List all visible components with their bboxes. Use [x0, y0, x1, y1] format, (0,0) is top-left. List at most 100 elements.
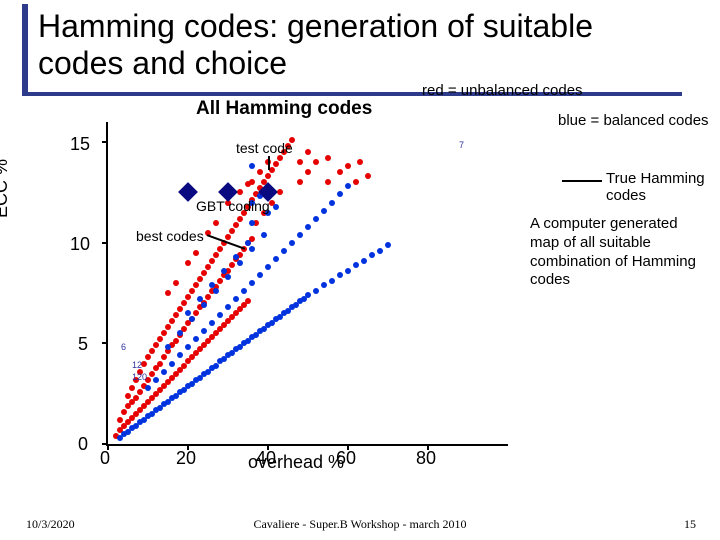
data-point-balanced	[213, 288, 219, 294]
data-point-unbalanced	[137, 389, 143, 395]
data-point-balanced	[273, 204, 279, 210]
data-point-balanced	[313, 288, 319, 294]
data-point-unbalanced	[225, 234, 231, 240]
arrow-test-code	[268, 156, 270, 170]
anno-best-codes: best codes	[136, 228, 204, 244]
data-point-balanced	[385, 242, 391, 248]
data-point-balanced	[241, 288, 247, 294]
xtick-80: 80	[416, 448, 436, 469]
legend-line-icon	[562, 180, 602, 182]
data-point-unbalanced	[193, 250, 199, 256]
legend-true-hamming: True Hamming codes	[562, 170, 705, 204]
data-point-balanced	[209, 282, 215, 288]
data-point-unbalanced	[277, 189, 283, 195]
legend-true-hamming-text: True Hamming codes	[606, 170, 705, 204]
ytick-0: 0	[78, 434, 88, 455]
chart-title: All Hamming codes	[196, 98, 372, 120]
data-point-balanced	[189, 316, 195, 322]
data-point-unbalanced	[273, 161, 279, 167]
data-point-balanced	[337, 272, 343, 278]
data-point-balanced	[273, 256, 279, 262]
data-point-unbalanced	[313, 159, 319, 165]
data-point-balanced	[305, 292, 311, 298]
data-point-balanced	[161, 369, 167, 375]
data-point-unbalanced	[129, 385, 135, 391]
data-point-balanced	[201, 328, 207, 334]
small-num-7: 7	[459, 140, 464, 150]
data-point-balanced	[233, 296, 239, 302]
data-point-unbalanced	[297, 159, 303, 165]
xtick-40: 40	[256, 448, 276, 469]
data-point-unbalanced	[121, 409, 127, 415]
small-num-120: 120	[132, 372, 147, 382]
data-point-balanced	[249, 220, 255, 226]
chart: All Hamming codes ECC % overhead % 0 5 1…	[36, 98, 526, 478]
data-point-balanced	[225, 304, 231, 310]
data-point-balanced	[177, 330, 183, 336]
data-point-balanced	[201, 302, 207, 308]
anno-gbt-coding: GBT coding	[196, 198, 270, 214]
data-point-balanced	[261, 232, 267, 238]
data-point-balanced	[249, 163, 255, 169]
data-point-unbalanced	[201, 270, 207, 276]
data-point-balanced	[337, 191, 343, 197]
data-point-unbalanced	[325, 155, 331, 161]
data-point-unbalanced	[229, 262, 235, 268]
data-point-unbalanced	[153, 342, 159, 348]
data-point-balanced	[225, 274, 231, 280]
data-point-balanced	[165, 344, 171, 350]
data-point-balanced	[361, 258, 367, 264]
data-point-balanced	[353, 262, 359, 268]
data-point-balanced	[217, 312, 223, 318]
data-point-balanced	[193, 336, 199, 342]
data-point-balanced	[209, 320, 215, 326]
data-point-balanced	[265, 264, 271, 270]
data-point-unbalanced	[117, 417, 123, 423]
data-point-balanced	[345, 268, 351, 274]
data-point-unbalanced	[169, 318, 175, 324]
data-point-balanced	[153, 377, 159, 383]
data-point-unbalanced	[149, 371, 155, 377]
data-point-balanced	[185, 310, 191, 316]
footer-center: Cavaliere - Super.B Workshop - march 201…	[0, 517, 720, 532]
data-point-balanced	[169, 361, 175, 367]
plot-area: overhead %	[106, 122, 508, 446]
data-point-unbalanced	[185, 294, 191, 300]
data-point-unbalanced	[337, 169, 343, 175]
data-point-balanced	[345, 183, 351, 189]
data-point-balanced	[197, 296, 203, 302]
data-point-unbalanced	[165, 290, 171, 296]
data-point-unbalanced	[229, 228, 235, 234]
data-point-unbalanced	[233, 222, 239, 228]
data-point-balanced	[249, 246, 255, 252]
data-point-balanced	[177, 352, 183, 358]
slide: Hamming codes: generation of suitable co…	[0, 0, 720, 540]
data-point-balanced	[281, 248, 287, 254]
data-point-unbalanced	[177, 306, 183, 312]
data-point-balanced	[249, 280, 255, 286]
data-point-unbalanced	[365, 173, 371, 179]
data-point-balanced	[297, 232, 303, 238]
data-point-unbalanced	[165, 324, 171, 330]
data-point-balanced	[145, 385, 151, 391]
data-point-unbalanced	[193, 310, 199, 316]
xtick-60: 60	[336, 448, 356, 469]
slide-title: Hamming codes: generation of suitable co…	[38, 8, 674, 82]
data-point-unbalanced	[357, 159, 363, 165]
ytick-mark	[102, 242, 108, 244]
data-point-balanced	[237, 260, 243, 266]
data-point-unbalanced	[173, 280, 179, 286]
footer-page: 15	[684, 517, 696, 532]
title-frame: Hamming codes: generation of suitable co…	[22, 4, 682, 96]
data-point-balanced	[221, 268, 227, 274]
data-point-unbalanced	[305, 149, 311, 155]
data-point-balanced	[233, 254, 239, 260]
ytick-10: 10	[70, 234, 90, 255]
data-point-balanced	[329, 200, 335, 206]
small-num-12: 12	[132, 360, 142, 370]
legend-red-text: red = unbalanced codes	[422, 82, 583, 99]
data-point-balanced	[321, 282, 327, 288]
data-point-unbalanced	[305, 169, 311, 175]
data-point-unbalanced	[217, 278, 223, 284]
data-point-unbalanced	[161, 354, 167, 360]
